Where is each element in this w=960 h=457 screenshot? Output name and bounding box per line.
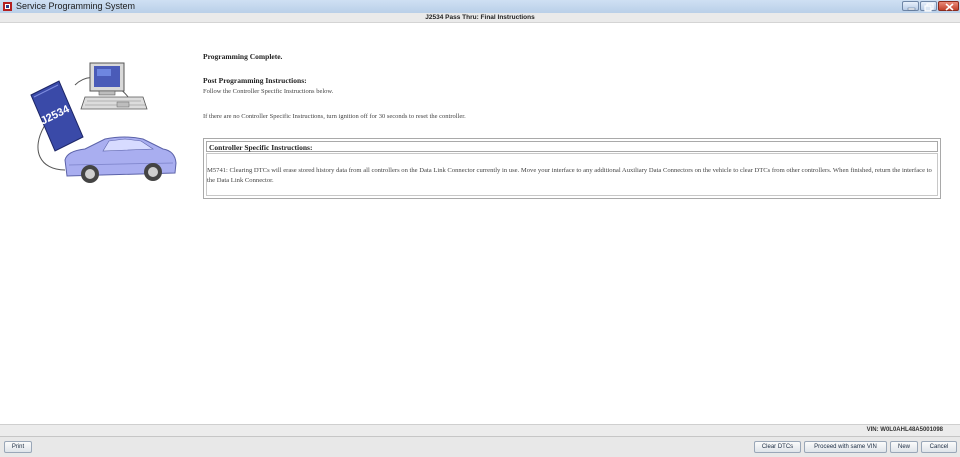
j2534-illustration: J2534 — [30, 62, 177, 183]
controller-instructions-header: Controller Specific Instructions: — [206, 141, 938, 152]
close-button[interactable] — [938, 1, 959, 11]
computer-icon — [80, 62, 148, 110]
page-title: J2534 Pass Thru: Final Instructions — [425, 14, 535, 21]
new-button[interactable]: New — [890, 441, 918, 453]
window-title: Service Programming System — [16, 1, 136, 11]
vin-label: VIN: W0L0AHL48A5001098 — [866, 427, 943, 433]
proceed-same-vin-button[interactable]: Proceed with same VIN — [804, 441, 887, 453]
maximize-button[interactable] — [920, 1, 937, 12]
status-text: Programming Complete. — [203, 52, 283, 61]
clear-dtcs-button[interactable]: Clear DTCs — [754, 441, 801, 453]
post-programming-heading: Post Programming Instructions: — [203, 76, 307, 85]
app-icon — [3, 2, 12, 11]
controller-instructions-panel: Controller Specific Instructions: M5741:… — [203, 138, 941, 199]
cancel-button[interactable]: Cancel — [921, 441, 957, 453]
print-button[interactable]: Print — [4, 441, 32, 453]
close-icon — [945, 3, 954, 11]
controller-instructions-body: M5741: Clearing DTCs will erase stored h… — [206, 153, 938, 196]
minimize-icon — [907, 7, 916, 11]
controller-instructions-text: M5741: Clearing DTCs will erase stored h… — [207, 167, 932, 184]
restore-icon — [924, 3, 934, 12]
post-programming-text: Follow the Controller Specific Instructi… — [203, 88, 334, 95]
car-icon — [64, 136, 177, 183]
page-header: J2534 Pass Thru: Final Instructions — [0, 13, 960, 23]
window-titlebar[interactable]: Service Programming System — [0, 0, 960, 14]
bottom-toolbar: Print Clear DTCs Proceed with same VIN N… — [0, 436, 960, 457]
no-instructions-note: If there are no Controller Specific Inst… — [203, 113, 466, 120]
minimize-button[interactable] — [902, 1, 919, 11]
controller-instructions-heading: Controller Specific Instructions: — [209, 143, 313, 152]
